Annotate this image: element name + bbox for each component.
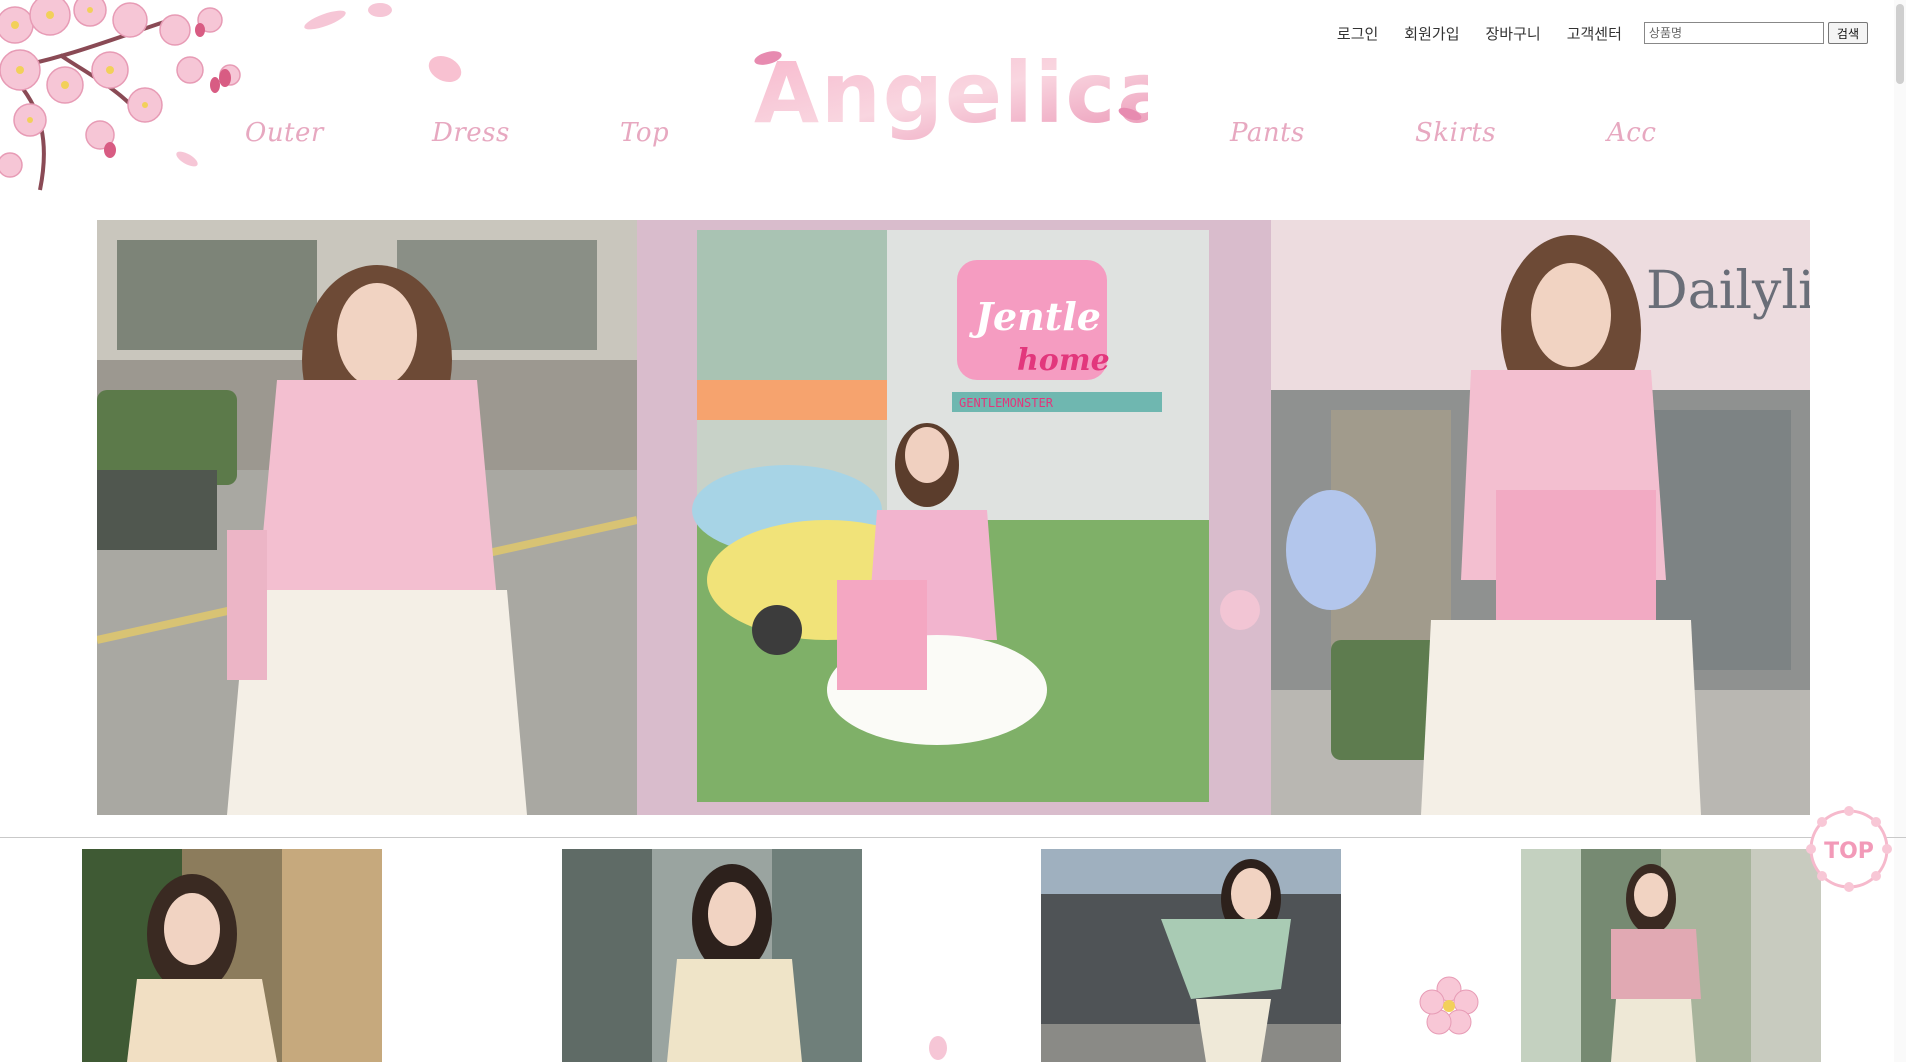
logo-text: Angelica [754,44,1148,142]
petal-decoration [176,151,198,167]
cart-link[interactable]: 장바구니 [1486,23,1541,44]
sign-strip: GENTLEMONSTER [959,396,1054,410]
nav-pants[interactable]: Pants [1230,118,1305,148]
nav-outer[interactable]: Outer [245,118,324,148]
page-scrollbar[interactable] [1894,0,1906,1062]
petal-decoration [1220,590,1260,630]
top-label: TOP [1824,839,1874,864]
hero-panel-right: Dailyli [1271,220,1810,815]
product-photo [1521,849,1821,1062]
site-logo[interactable]: Angelica [748,40,1148,160]
product-thumbnail[interactable] [82,849,382,1062]
nav-dress[interactable]: Dress [432,118,510,148]
hero-banner[interactable]: Jentle home GENTLEMONSTER Dailyli [97,220,1810,815]
cherry-blossom-decoration [0,0,241,191]
nav-acc[interactable]: Acc [1607,118,1656,148]
hero-right-photo: Dailyli [1271,220,1810,815]
petal-decoration [929,1036,947,1060]
sign-sub: home [1017,343,1110,378]
login-link[interactable]: 로그인 [1337,23,1378,44]
petal-decoration [304,10,346,30]
product-thumbnail[interactable] [1521,849,1821,1062]
product-photo [82,849,382,1062]
store-sign: Dailyli [1646,261,1810,321]
hero-panel-left [97,220,637,815]
signup-link[interactable]: 회원가입 [1404,23,1459,44]
petal-decoration [428,55,462,83]
product-thumbnail[interactable] [562,849,862,1062]
hero-panel-center: Jentle home GENTLEMONSTER [637,220,1271,815]
customer-center-link[interactable]: 고객센터 [1567,23,1622,44]
sign-main: Jentle [969,294,1101,339]
product-thumbnail[interactable] [1041,849,1341,1062]
nav-skirts[interactable]: Skirts [1415,118,1496,148]
product-photo [562,849,862,1062]
scroll-to-top-button[interactable]: TOP [1806,806,1892,892]
blossom-decoration [1419,976,1479,1035]
nav-top[interactable]: Top [620,118,669,148]
utility-bar: 로그인 회원가입 장바구니 고객센터 검색 [1337,22,1868,44]
search-button[interactable]: 검색 [1827,22,1868,44]
section-divider [0,837,1906,838]
hero-left-photo [97,220,637,815]
hero-center-photo: Jentle home GENTLEMONSTER [692,230,1209,802]
scrollbar-thumb[interactable] [1896,4,1904,84]
petal-decoration [368,3,392,17]
search-input[interactable] [1643,22,1824,44]
product-photo [1041,849,1341,1062]
